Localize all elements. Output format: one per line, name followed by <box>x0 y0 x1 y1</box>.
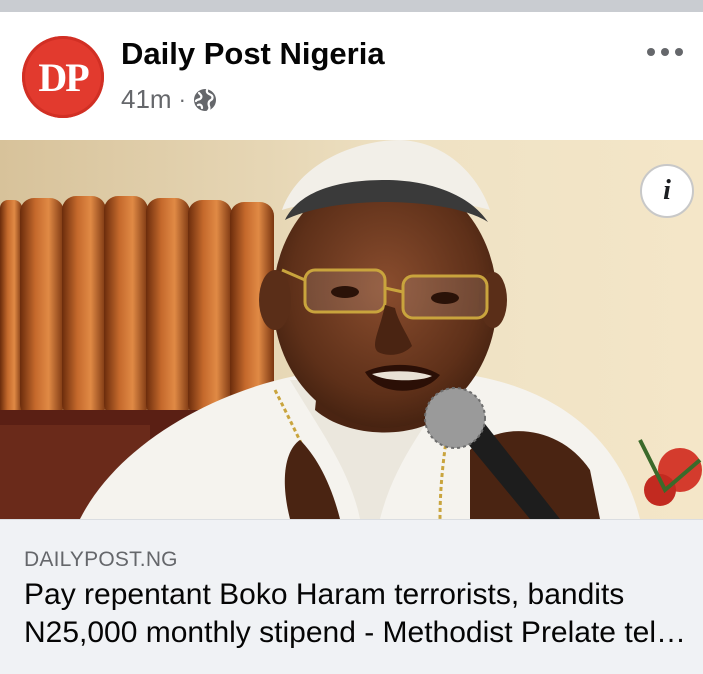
page-avatar[interactable]: DP <box>22 36 104 118</box>
more-dot <box>647 48 655 56</box>
meta-separator: · <box>178 86 186 112</box>
more-dot <box>675 48 683 56</box>
feed-divider <box>0 0 703 12</box>
link-domain: DAILYPOST.NG <box>24 548 178 571</box>
more-dot <box>661 48 669 56</box>
headline-line-2: N25,000 monthly stipend - Methodist Prel… <box>24 616 689 649</box>
post-photo[interactable]: i <box>0 140 703 519</box>
post-meta: 41m · <box>121 84 217 115</box>
page-name-link[interactable]: Daily Post Nigeria <box>121 36 385 72</box>
more-options-icon[interactable] <box>647 40 683 64</box>
avatar-logo-text: DP <box>38 54 89 100</box>
link-preview[interactable]: DAILYPOST.NG Pay repentant Boko Haram te… <box>0 519 703 674</box>
photo-illustration <box>0 140 703 519</box>
headline-line-1: Pay repentant Boko Haram terrorists, ban… <box>24 578 625 611</box>
globe-icon[interactable] <box>193 88 217 112</box>
post-header: DP Daily Post Nigeria 41m · <box>0 12 703 140</box>
facebook-post-card: DP Daily Post Nigeria 41m · i DAILYPOST.… <box>0 12 703 674</box>
post-timestamp[interactable]: 41m <box>121 84 172 115</box>
link-headline[interactable]: Pay repentant Boko Haram terrorists, ban… <box>24 576 689 652</box>
info-icon[interactable]: i <box>640 164 694 218</box>
